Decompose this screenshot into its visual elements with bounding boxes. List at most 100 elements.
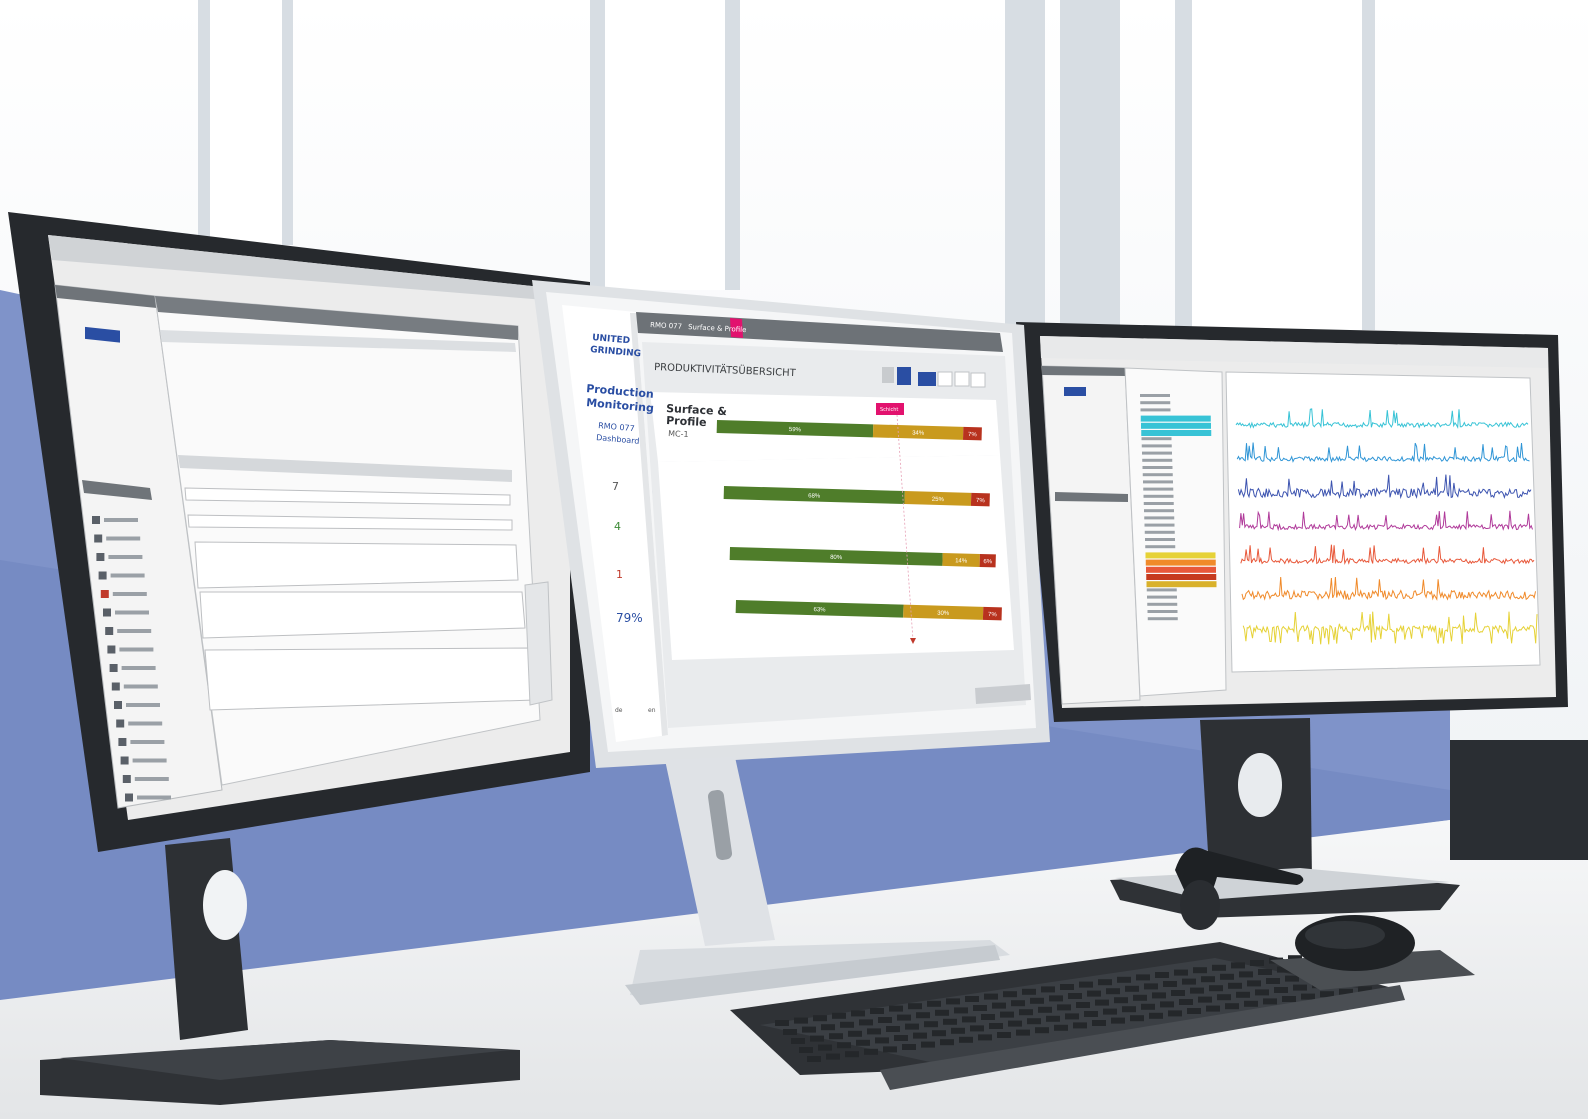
- tree-item-24[interactable]: [1145, 559, 1216, 566]
- keyboard-key: [807, 1056, 821, 1062]
- tree-item-31[interactable]: [1147, 610, 1178, 613]
- keyboard-key: [1035, 1027, 1049, 1034]
- tree-item-2[interactable]: [1140, 401, 1171, 405]
- keyboard-key: [794, 1017, 808, 1024]
- keyboard-key: [943, 1018, 957, 1025]
- tree-item-12[interactable]: [1142, 473, 1173, 477]
- keyboard-key: [1111, 1017, 1125, 1024]
- keyboard-key: [826, 1053, 840, 1060]
- breadcrumb[interactable]: RMO 077: [650, 321, 682, 331]
- keyboard-key: [1168, 1010, 1182, 1017]
- tree-item-3[interactable]: [1140, 408, 1171, 412]
- view-tab-2: [897, 367, 911, 385]
- left-menu-item-7[interactable]: [117, 629, 152, 633]
- left-menu-item-9[interactable]: [121, 666, 156, 670]
- tree-item-32[interactable]: [1147, 617, 1178, 621]
- view-tab-3: [918, 372, 936, 386]
- keyboard-key: [845, 1051, 859, 1058]
- tree-item-20[interactable]: [1144, 530, 1175, 534]
- lang-en[interactable]: en: [648, 707, 656, 714]
- tree-item-14[interactable]: [1143, 487, 1174, 491]
- tree-item-19[interactable]: [1144, 523, 1175, 527]
- keyboard-key: [856, 1039, 870, 1046]
- left-menu-item-6[interactable]: [115, 610, 149, 615]
- tree-item-9[interactable]: [1142, 451, 1172, 455]
- tree-item-21[interactable]: [1145, 538, 1175, 541]
- left-menu-item-12[interactable]: [128, 721, 163, 726]
- tree-item-7[interactable]: [1141, 437, 1172, 441]
- tree-item-4[interactable]: [1140, 415, 1211, 422]
- left-menu-item-14[interactable]: [132, 758, 167, 763]
- tree-item-16[interactable]: [1143, 502, 1174, 505]
- left-menu-item-10[interactable]: [123, 684, 158, 689]
- keyboard-key: [886, 1026, 900, 1032]
- tree-item-1[interactable]: [1140, 394, 1170, 397]
- tree-item-18[interactable]: [1144, 516, 1175, 520]
- keyboard-key: [1163, 981, 1177, 987]
- left-menu-item-8[interactable]: [119, 647, 154, 652]
- tree-item-10[interactable]: [1142, 458, 1173, 462]
- tree-item-6[interactable]: [1141, 430, 1212, 436]
- tree-item-25[interactable]: [1146, 566, 1216, 573]
- keyboard-key: [962, 1016, 976, 1023]
- tree-item-5[interactable]: [1141, 422, 1211, 429]
- keyboard-key: [791, 1038, 805, 1044]
- keyboard-key: [883, 1046, 897, 1053]
- tree-item-28[interactable]: [1146, 588, 1177, 592]
- shift-marker-label: Schicht: [880, 407, 898, 413]
- keyboard-key: [1206, 1005, 1220, 1012]
- keyboard-key: [1016, 1029, 1030, 1036]
- keyboard-key: [1027, 1018, 1041, 1025]
- keyboard-key: [799, 1047, 813, 1053]
- keyboard-key: [1155, 972, 1169, 978]
- tree-item-13[interactable]: [1143, 480, 1173, 484]
- tree-item-8[interactable]: [1141, 444, 1172, 448]
- keyboard-key: [1092, 1020, 1106, 1026]
- left-menu-item-1[interactable]: [104, 518, 138, 522]
- tree-item-11[interactable]: [1142, 466, 1173, 469]
- keyboard-key: [1011, 1000, 1025, 1007]
- left-menu-item-3[interactable]: [108, 555, 143, 559]
- tree-item-22[interactable]: [1145, 545, 1176, 549]
- keyboard-key: [1187, 1008, 1201, 1014]
- machine-bar-2-label-2: 14%: [955, 558, 968, 564]
- keyboard-key: [1258, 969, 1272, 975]
- tree-item-17[interactable]: [1144, 509, 1174, 513]
- keyboard-key: [1263, 998, 1277, 1005]
- tree-item-15[interactable]: [1143, 494, 1174, 498]
- left-menu-item-11[interactable]: [126, 703, 160, 707]
- left-menu-icon-11: [114, 701, 122, 709]
- tree-item-23[interactable]: [1145, 552, 1216, 559]
- keyboard-key: [946, 998, 960, 1005]
- keyboard-key: [859, 1019, 873, 1026]
- tree-item-29[interactable]: [1147, 595, 1177, 599]
- tree-item-30[interactable]: [1147, 602, 1178, 606]
- left-menu-item-13[interactable]: [130, 740, 165, 744]
- keyboard-key: [829, 1033, 843, 1040]
- left-menu-icon-3: [96, 553, 105, 561]
- machine-bar-2-label-3: 6%: [983, 559, 993, 565]
- keyboard-key: [1060, 984, 1074, 990]
- left-menu-item-2[interactable]: [106, 536, 141, 541]
- left-menu-icon-6: [103, 608, 111, 617]
- keyboard-key: [813, 1015, 827, 1022]
- primary-bar-label-2: 34%: [912, 430, 925, 436]
- view-tab-1: [882, 367, 894, 383]
- tree-item-26[interactable]: [1146, 574, 1217, 580]
- tree-item-27[interactable]: [1146, 581, 1217, 588]
- keyboard-key: [1068, 993, 1082, 999]
- keyboard-key: [902, 1044, 916, 1050]
- keyboard-key: [1054, 1024, 1068, 1031]
- left-menu-item-5[interactable]: [112, 592, 147, 596]
- keyboard-key: [997, 1032, 1011, 1038]
- keyboard-key: [1244, 1000, 1258, 1007]
- lang-de[interactable]: de: [615, 707, 623, 714]
- left-menu-item-16[interactable]: [137, 795, 171, 800]
- left-menu-icon-8: [107, 645, 116, 654]
- left-menu-icon-16: [125, 793, 133, 802]
- left-menu-item-4[interactable]: [110, 573, 145, 578]
- keyboard-key: [1231, 962, 1245, 969]
- keyboard-key: [940, 1039, 954, 1046]
- keyboard-key: [867, 1028, 881, 1035]
- left-menu-item-15[interactable]: [134, 777, 169, 781]
